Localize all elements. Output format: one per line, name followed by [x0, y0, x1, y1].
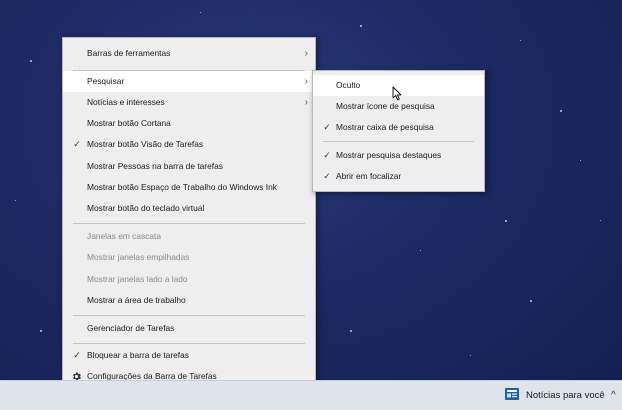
chevron-up-icon[interactable]: ^	[611, 381, 616, 410]
menu-item-label: Notícias e interesses	[87, 97, 165, 107]
menu-item-label: Mostrar botão Cortana	[87, 118, 171, 128]
menu-item-label: Mostrar botão Visão de Tarefas	[87, 139, 204, 149]
star	[580, 160, 581, 161]
menu-item-label: Mostrar caixa de pesquisa	[336, 122, 434, 132]
menu-item-label: Abrir em focalizar	[336, 171, 402, 181]
star	[530, 300, 532, 302]
taskbar[interactable]: Notícias para você ^	[0, 380, 622, 410]
menu-item-show-touch-keyboard[interactable]: Mostrar botão do teclado virtual	[63, 198, 315, 219]
menu-item-search[interactable]: Pesquisar ›	[63, 71, 315, 92]
menu-item-stack-windows: Mostrar janelas empilhadas	[63, 247, 315, 268]
star	[470, 355, 471, 356]
menu-item-label: Mostrar janelas lado a lado	[87, 274, 188, 284]
star	[15, 200, 16, 201]
menu-separator	[73, 223, 305, 224]
checkmark-icon: ✓	[73, 139, 81, 149]
mouse-cursor-icon	[392, 86, 402, 101]
submenu-item-show-search-box[interactable]: ✓ Mostrar caixa de pesquisa	[313, 117, 484, 138]
news-widget-label[interactable]: Notícias para você	[526, 381, 605, 410]
checkmark-icon: ✓	[323, 150, 331, 160]
menu-separator	[323, 141, 474, 142]
star	[360, 25, 362, 27]
menu-item-label: Barras de ferramentas	[87, 48, 171, 58]
menu-separator	[73, 315, 305, 316]
star	[520, 40, 521, 41]
menu-item-label: Janelas em cascata	[87, 231, 162, 241]
menu-item-toolbars[interactable]: Barras de ferramentas ›	[63, 43, 315, 64]
menu-item-task-manager[interactable]: Gerenciador de Tarefas	[63, 318, 315, 339]
star	[350, 330, 352, 332]
menu-item-label: Oculto	[336, 80, 361, 90]
checkmark-icon: ✓	[323, 122, 331, 132]
menu-item-label: Mostrar pesquisa destaques	[336, 150, 442, 160]
submenu-item-open-on-hover[interactable]: ✓ Abrir em focalizar	[313, 166, 484, 187]
menu-item-cascade-windows: Janelas em cascata	[63, 226, 315, 247]
star	[560, 110, 562, 112]
menu-separator	[73, 343, 305, 344]
menu-item-label: Pesquisar	[87, 76, 125, 86]
submenu-item-search-highlights[interactable]: ✓ Mostrar pesquisa destaques	[313, 145, 484, 166]
menu-item-show-people[interactable]: Mostrar Pessoas na barra de tarefas	[63, 156, 315, 177]
chevron-right-icon: ›	[304, 76, 308, 87]
menu-item-label: Gerenciador de Tarefas	[87, 323, 175, 333]
menu-item-show-cortana[interactable]: Mostrar botão Cortana	[63, 113, 315, 134]
menu-item-label: Mostrar a área de trabalho	[87, 295, 186, 305]
menu-item-news-interests[interactable]: Notícias e interesses ›	[63, 92, 315, 113]
chevron-right-icon: ›	[304, 97, 308, 108]
star	[505, 220, 507, 222]
menu-item-label: Mostrar janelas empilhadas	[87, 252, 190, 262]
star	[420, 250, 421, 251]
menu-item-label: Mostrar botão Espaço de Trabalho do Wind…	[87, 182, 277, 192]
taskbar-context-menu: Barras de ferramentas › Pesquisar › Notí…	[62, 37, 316, 393]
star	[30, 60, 32, 62]
menu-item-label: Mostrar Pessoas na barra de tarefas	[87, 161, 223, 171]
menu-item-label: Mostrar botão do teclado virtual	[87, 203, 205, 213]
star	[200, 12, 201, 13]
star	[600, 220, 601, 221]
menu-item-label: Mostrar ícone de pesquisa	[336, 101, 435, 111]
menu-item-label: Bloquear a barra de tarefas	[87, 350, 189, 360]
checkmark-icon: ✓	[323, 171, 331, 181]
checkmark-icon: ✓	[73, 350, 81, 360]
news-icon[interactable]	[504, 387, 520, 401]
star	[40, 330, 42, 332]
chevron-right-icon: ›	[304, 48, 308, 59]
menu-item-side-by-side: Mostrar janelas lado a lado	[63, 269, 315, 290]
menu-item-lock-taskbar[interactable]: ✓ Bloquear a barra de tarefas	[63, 345, 315, 366]
menu-item-show-task-view[interactable]: ✓ Mostrar botão Visão de Tarefas	[63, 134, 315, 155]
menu-item-show-desktop[interactable]: Mostrar a área de trabalho	[63, 290, 315, 311]
menu-item-show-windows-ink[interactable]: Mostrar botão Espaço de Trabalho do Wind…	[63, 177, 315, 198]
